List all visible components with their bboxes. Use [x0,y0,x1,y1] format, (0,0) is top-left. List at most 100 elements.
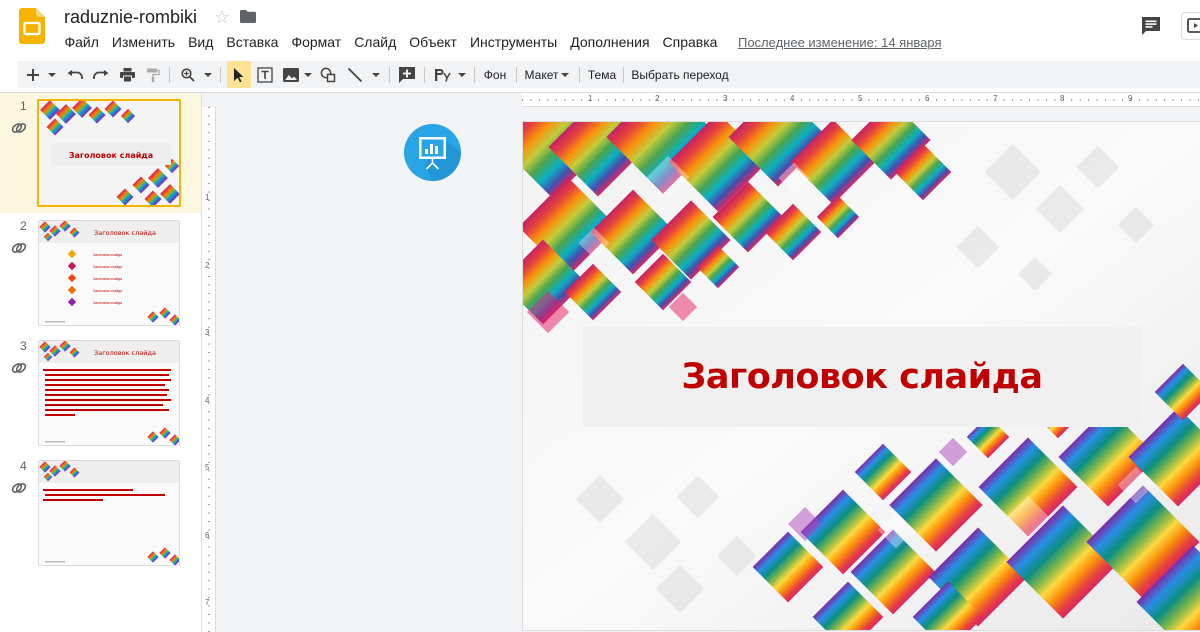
paint-format-button[interactable] [142,61,164,88]
menu-edit[interactable]: Изменить [105,33,181,51]
transition-label: Выбрать переход [631,67,729,82]
link-icon[interactable] [10,119,28,137]
ruler-number: 6 [925,94,930,103]
chevron-down-icon [48,72,56,77]
select-tool-button[interactable] [227,61,251,88]
ruler-number: 1 [205,193,210,202]
vertical-ruler[interactable]: 1 2 3 4 5 6 7 [202,107,216,632]
insert-comment-button[interactable] [396,61,418,88]
chevron-down-icon [204,72,212,77]
last-edit-link[interactable]: Последнее изменение: 14 января [738,35,942,50]
zoom-menu[interactable] [201,61,215,88]
rainbow-rhombus-thumbnail-art: Заголовок слайда [39,101,179,205]
transition-button[interactable]: Выбрать переход [629,61,731,88]
slide-title[interactable]: Заголовок слайда [681,357,1043,397]
slide-thumbnail-4[interactable] [38,460,180,566]
filmstrip-item-1[interactable]: 1 Заголовок слайда [0,93,201,213]
slide-thumbnail-1[interactable]: Заголовок слайда [37,99,181,207]
toolbar-separator [623,67,624,83]
insert-image-button[interactable] [280,61,302,88]
filmstrip-item-4[interactable]: 4 [0,453,201,573]
plus-icon [27,68,39,81]
chevron-down-icon [372,72,380,77]
ruler-number: 3 [205,328,210,337]
ruler-number: 1 [588,94,593,103]
thumbnail-bullet: Заголовок слайда [93,265,122,269]
slide-title-box[interactable]: Заголовок слайда [583,327,1141,427]
slide-thumbnail-2[interactable]: Заголовок слайда Заголовок слайда Заголо… [38,220,180,326]
slide-editor[interactable]: 1 2 3 4 5 6 7 8 9 1 2 3 4 5 6 7 Заголово… [202,93,1200,632]
redo-button[interactable] [90,61,112,88]
menu-addons[interactable]: Дополнения [564,33,656,51]
slide-number: 2 [20,219,27,233]
ruler-number: 7 [205,598,210,607]
slide-number: 1 [20,99,27,113]
ruler-number: 5 [858,94,863,103]
print-icon [119,67,135,82]
toolbar: Фон Макет Тема Выбрать переход [0,57,1200,93]
shape-button[interactable] [317,61,339,88]
theme-button[interactable]: Тема [584,61,620,88]
present-button[interactable] [1181,12,1200,40]
insert-image-menu[interactable] [302,61,314,88]
background-button[interactable]: Фон [478,61,512,88]
menu-slide[interactable]: Слайд [348,33,403,51]
new-slide-button[interactable] [22,61,44,88]
menu-tools[interactable]: Инструменты [463,33,563,51]
menu-file[interactable]: Файл [58,33,105,51]
paint-format-icon [147,68,160,82]
layout-button[interactable]: Макет [521,61,573,88]
slide-filmstrip[interactable]: 1 Заголовок слайда 2 Заголовок слайда За… [0,93,201,632]
chevron-down-icon [304,72,312,77]
line-menu[interactable] [369,61,383,88]
toolbar-separator [579,67,580,83]
bullet-list-thumbnail-art: Заголовок слайда Заголовок слайда Заголо… [39,221,179,325]
menu-format[interactable]: Формат [285,33,348,51]
text-box-icon [257,66,273,83]
folder-icon[interactable] [240,10,256,23]
ruler-number: 5 [205,463,210,472]
line-icon [347,67,363,82]
menu-bar: Файл Изменить Вид Вставка Формат Слайд О… [58,33,942,51]
ruler-corner [202,93,522,107]
line-button[interactable] [344,61,366,88]
thumbnail-bullet: Заголовок слайда [93,277,122,281]
undo-button[interactable] [64,61,86,88]
slide-canvas[interactable]: Заголовок слайда [523,122,1200,630]
zoom-button[interactable] [177,61,199,88]
slide-number: 3 [20,339,27,353]
input-tools-menu[interactable] [455,61,469,88]
slide-thumbnail-3[interactable]: Заголовок слайда [38,340,180,446]
presentation-board-icon [404,124,461,181]
link-icon[interactable] [10,479,28,497]
menu-view[interactable]: Вид [182,33,220,51]
filmstrip-item-2[interactable]: 2 Заголовок слайда Заголовок слайда Заго… [0,213,201,333]
slides-logo-icon[interactable] [19,8,45,44]
redo-icon [93,69,109,79]
link-icon[interactable] [10,239,28,257]
link-icon[interactable] [10,359,28,377]
thumbnail-bullet: Заголовок слайда [93,289,122,293]
zoom-icon [181,67,195,82]
filmstrip-item-3[interactable]: 3 Заголовок слайда [0,333,201,453]
print-button[interactable] [116,61,138,88]
ruler-number: 4 [790,94,795,103]
toolbar-separator [169,67,170,83]
input-tools-icon [435,68,451,82]
comment-history-icon[interactable] [1140,15,1162,37]
menu-help[interactable]: Справка [656,33,724,51]
add-comment-icon [399,66,415,83]
text-box-button[interactable] [254,61,276,88]
document-title[interactable]: raduznie-rombiki [64,7,197,28]
thumbnail-title: Заголовок слайда [69,151,153,160]
new-slide-menu[interactable] [45,61,59,88]
shape-icon [320,67,336,82]
ruler-number: 2 [205,261,210,270]
input-tools-button[interactable] [431,61,455,88]
menu-insert[interactable]: Вставка [220,33,285,51]
menu-object[interactable]: Объект [403,33,464,51]
ruler-number: 4 [205,396,210,405]
ruler-ticks [208,107,210,632]
horizontal-ruler[interactable]: 1 2 3 4 5 6 7 8 9 [522,93,1200,107]
star-icon[interactable]: ☆ [214,8,230,26]
